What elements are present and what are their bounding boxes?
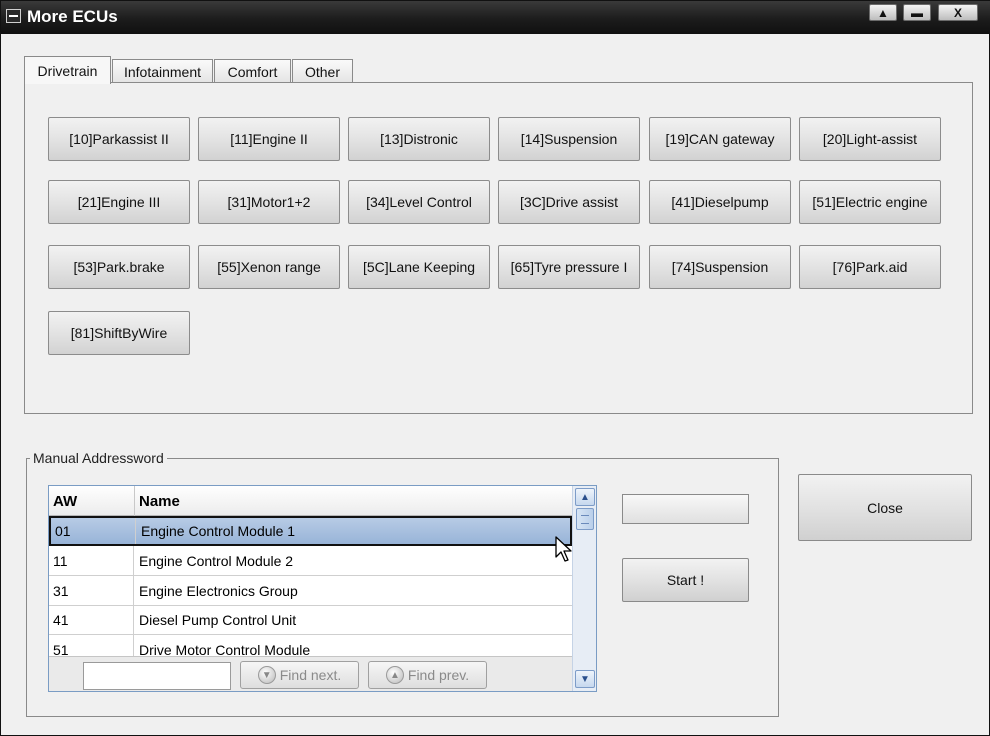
table-row[interactable]: 41 Diesel Pump Control Unit <box>49 605 572 635</box>
find-next-label: Find next. <box>279 667 342 683</box>
cell-name: Engine Control Module 2 <box>139 552 294 569</box>
ecu-button[interactable]: [10]Parkassist II <box>48 117 190 161</box>
close-button[interactable]: Close <box>798 474 972 541</box>
list-scrollbar[interactable]: ▲ ▼ <box>572 486 596 691</box>
scroll-up-icon[interactable]: ▲ <box>575 488 595 506</box>
find-next-button[interactable]: ▼ Find next. <box>240 661 359 689</box>
ecu-button[interactable]: [41]Dieselpump <box>649 180 791 224</box>
ecu-button[interactable]: [74]Suspension <box>649 245 791 289</box>
start-button[interactable]: Start ! <box>622 558 749 602</box>
ecu-button[interactable]: [76]Park.aid <box>799 245 941 289</box>
addressword-list[interactable]: AW Name 01 Engine Control Module 1 11 En… <box>48 485 597 692</box>
ecu-button[interactable]: [19]CAN gateway <box>649 117 791 161</box>
ecu-button[interactable]: [5C]Lane Keeping <box>348 245 490 289</box>
cell-aw: 31 <box>49 576 134 605</box>
ecu-button[interactable]: [13]Distronic <box>348 117 490 161</box>
ecu-button[interactable]: [51]Electric engine <box>799 180 941 224</box>
find-next-icon: ▼ <box>257 666 276 684</box>
ecu-button[interactable]: [34]Level Control <box>348 180 490 224</box>
title-bar[interactable]: More ECUs ▲ ▬ X <box>1 1 990 34</box>
tab-drivetrain[interactable]: Drivetrain <box>24 56 111 84</box>
find-input[interactable] <box>83 662 231 690</box>
cell-aw: 11 <box>49 546 134 575</box>
table-row[interactable]: 01 Engine Control Module 1 <box>49 516 572 546</box>
table-row[interactable]: 11 Engine Control Module 2 <box>49 546 572 576</box>
ecu-button[interactable]: [81]ShiftByWire <box>48 311 190 355</box>
ecu-button[interactable]: [31]Motor1+2 <box>198 180 340 224</box>
tab-other[interactable]: Other <box>292 59 353 83</box>
ecu-button[interactable]: [65]Tyre pressure I <box>498 245 640 289</box>
tab-comfort[interactable]: Comfort <box>214 59 291 83</box>
group-title: Manual Addressword <box>30 450 167 466</box>
cell-aw: 01 <box>51 518 136 544</box>
find-bar: ▼ Find next. ▲ Find prev. <box>49 656 572 691</box>
column-header-aw[interactable]: AW <box>49 486 134 516</box>
list-header: AW Name <box>49 486 572 516</box>
cell-name: Diesel Pump Control Unit <box>139 611 297 628</box>
drivetrain-panel: [10]Parkassist II [11]Engine II [13]Dist… <box>24 82 973 414</box>
more-ecus-window: More ECUs ▲ ▬ X Drivetrain Infotainment … <box>0 0 990 736</box>
cell-name: Engine Electronics Group <box>139 582 298 599</box>
cell-name: Engine Control Module 1 <box>141 523 296 539</box>
ecu-button[interactable]: [11]Engine II <box>198 117 340 161</box>
progress-bar <box>622 494 749 524</box>
restore-button[interactable]: ▬ <box>903 4 931 21</box>
find-prev-icon: ▲ <box>385 666 404 684</box>
tab-infotainment[interactable]: Infotainment <box>112 59 213 83</box>
system-menu-icon[interactable] <box>6 9 21 23</box>
ecu-button[interactable]: [20]Light-assist <box>799 117 941 161</box>
column-header-name[interactable]: Name <box>135 486 571 516</box>
window-title: More ECUs <box>27 7 118 26</box>
mouse-cursor-icon <box>555 536 572 562</box>
scroll-thumb[interactable] <box>576 508 594 530</box>
scroll-down-icon[interactable]: ▼ <box>575 670 595 688</box>
cell-aw: 41 <box>49 605 134 634</box>
find-prev-button[interactable]: ▲ Find prev. <box>368 661 487 689</box>
ecu-button[interactable]: [3C]Drive assist <box>498 180 640 224</box>
ecu-button[interactable]: [55]Xenon range <box>198 245 340 289</box>
minimize-button[interactable]: ▲ <box>869 4 897 21</box>
ecu-button[interactable]: [21]Engine III <box>48 180 190 224</box>
table-row[interactable]: 31 Engine Electronics Group <box>49 576 572 606</box>
ecu-button[interactable]: [14]Suspension <box>498 117 640 161</box>
ecu-button[interactable]: [53]Park.brake <box>48 245 190 289</box>
find-prev-label: Find prev. <box>407 667 470 683</box>
close-window-button[interactable]: X <box>938 4 978 21</box>
